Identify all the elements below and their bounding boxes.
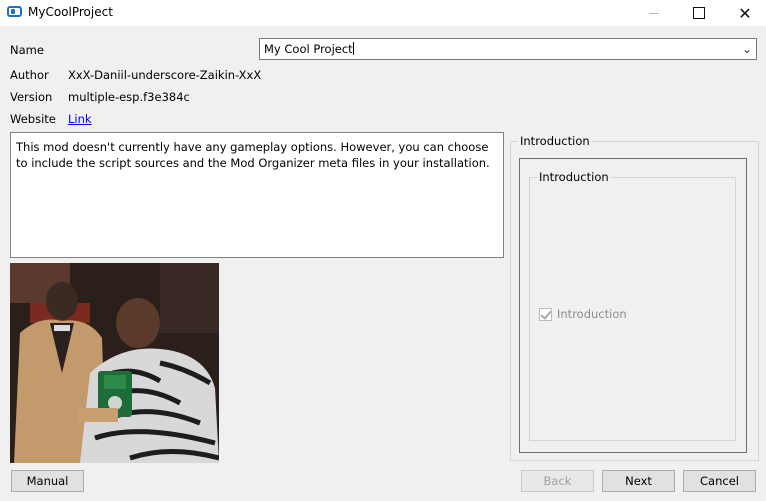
manual-button[interactable]: Manual: [11, 470, 84, 492]
version-label: Version: [10, 90, 53, 104]
window-title: MyCoolProject: [28, 5, 113, 19]
text-caret: [352, 42, 354, 55]
introduction-subgroup-title: Introduction: [537, 170, 611, 184]
title-bar: MyCoolProject ✕: [0, 0, 766, 26]
mod-image: [10, 263, 219, 463]
back-button[interactable]: Back: [521, 470, 594, 492]
minimize-button[interactable]: [631, 0, 677, 26]
author-label: Author: [10, 68, 49, 82]
website-label: Website: [10, 112, 56, 126]
next-button[interactable]: Next: [602, 470, 675, 492]
name-label: Name: [10, 43, 44, 57]
checkbox-checked-icon[interactable]: [539, 307, 552, 321]
author-value: XxX-Daniil-underscore-Zaikin-XxX: [68, 68, 262, 82]
close-button[interactable]: ✕: [722, 0, 766, 26]
introduction-group-title: Introduction: [518, 134, 592, 148]
name-value: My Cool Project: [264, 42, 353, 56]
description-textbox[interactable]: This mod doesn't currently have any game…: [10, 132, 504, 258]
website-link[interactable]: Link: [68, 112, 92, 126]
photo-two-men-with-watch-box: [10, 263, 219, 463]
maximize-button[interactable]: [676, 0, 722, 26]
introduction-option[interactable]: Introduction: [539, 307, 627, 321]
mod-organizer-icon: [7, 6, 22, 17]
cancel-button[interactable]: Cancel: [683, 470, 756, 492]
chevron-down-icon[interactable]: ⌄: [742, 42, 752, 56]
introduction-option-label: Introduction: [557, 307, 627, 321]
name-combobox[interactable]: My Cool Project ⌄: [259, 38, 757, 60]
version-value: multiple-esp.f3e384c: [68, 90, 190, 104]
